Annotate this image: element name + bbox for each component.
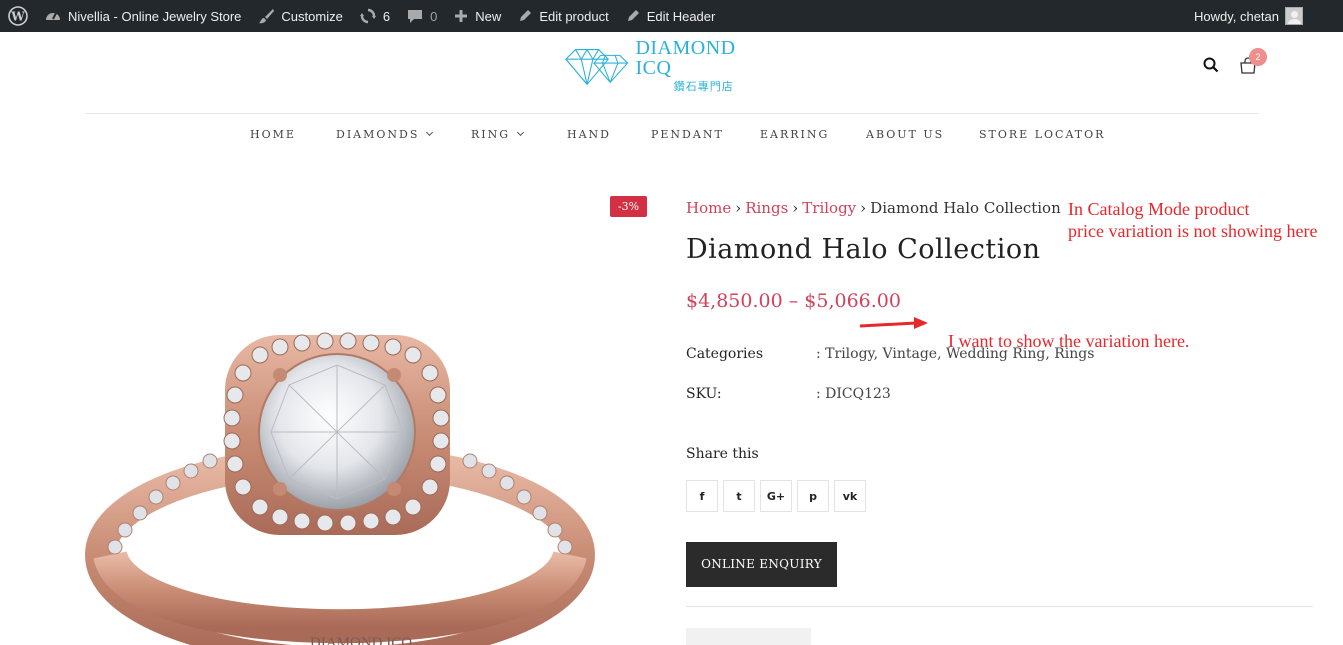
facebook-icon: f [699, 489, 705, 503]
product-image[interactable]: DIAMOND ICQ [30, 195, 650, 645]
breadcrumb: Home › Rings › Trilogy › Diamond Halo Collecti… [686, 199, 1061, 217]
plus-icon [455, 10, 468, 22]
pencil-icon [627, 10, 639, 21]
edit-product-link[interactable]: Edit product [509, 0, 616, 32]
search-button[interactable] [1202, 56, 1220, 74]
nav-item-hand[interactable]: HAND [567, 128, 611, 141]
share-vk-button[interactable]: vk [834, 480, 866, 512]
annotation-line-1: In Catalog Mode product [1068, 199, 1250, 219]
wordpress-icon: W [8, 6, 28, 26]
vk-icon: vk [842, 489, 858, 503]
edit-header-label: Edit Header [646, 8, 716, 24]
howdy-text: Howdy, chetan [1193, 8, 1279, 24]
edit-header-link[interactable]: Edit Header [617, 0, 724, 32]
edit-product-label: Edit product [539, 8, 609, 24]
categories-label: Categories [686, 346, 763, 362]
logo-title: DIAMOND ICQ [635, 37, 736, 79]
chevron-down-icon [426, 128, 434, 137]
share-twitter-button[interactable]: t [723, 480, 755, 512]
nav-item-label: HAND [567, 128, 611, 141]
annotation-arrow-icon [859, 317, 928, 329]
updates-icon [359, 8, 376, 24]
avatar [1285, 7, 1303, 25]
nav-item-ring[interactable]: RING [471, 128, 525, 141]
search-icon [1203, 57, 1219, 73]
google-plus-icon: G+ [766, 489, 786, 503]
cart-count-badge: 2 [1249, 48, 1267, 66]
nav-item-earring[interactable]: EARRING [760, 128, 829, 141]
admin-bar: W Nivellia - Online Jewelry Store Custom… [0, 0, 1343, 32]
main-nav: HOME DIAMONDS RING HAND PENDANT EARRING … [0, 126, 1343, 144]
site-name: Nivellia - Online Jewelry Store [68, 8, 242, 24]
header-divider [86, 113, 1258, 114]
sku-label: SKU: [686, 386, 722, 402]
share-google-plus-button[interactable]: G+ [760, 480, 792, 512]
nav-item-label: STORE LOCATOR [979, 128, 1106, 141]
nav-item-label: PENDANT [651, 128, 724, 141]
breadcrumb-home[interactable]: Home [686, 199, 731, 217]
annotation-note: In Catalog Mode product price variation … [1068, 199, 1317, 242]
share-pinterest-button[interactable]: p [797, 480, 829, 512]
ring-image: DIAMOND ICQ [85, 332, 595, 645]
share-title: Share this [686, 446, 759, 462]
wordpress-logo-button[interactable]: W [0, 0, 36, 32]
nav-item-pendant[interactable]: PENDANT [651, 128, 724, 141]
diamond-logo-icon [565, 49, 629, 86]
nav-item-store-locator[interactable]: STORE LOCATOR [979, 128, 1105, 141]
dashboard-gauge-icon [46, 12, 60, 20]
paintbrush-icon [259, 9, 275, 24]
annotation-arrow-text: I want to show the variation here. [948, 331, 1190, 351]
site-name-link[interactable]: Nivellia - Online Jewelry Store [36, 0, 249, 32]
breadcrumb-rings[interactable]: Rings [745, 199, 788, 217]
logo-text: DIAMOND ICQ 鑽石專門店 [635, 38, 772, 92]
new-label: New [475, 8, 502, 24]
updates-link[interactable]: 6 [351, 0, 398, 32]
comments-count: 0 [430, 8, 438, 24]
svg-text:W: W [10, 10, 25, 24]
online-enquiry-button[interactable]: ONLINE ENQUIRY [686, 542, 837, 587]
nav-item-label: EARRING [760, 128, 830, 141]
summary-divider [686, 606, 1313, 607]
pencil-icon [520, 10, 532, 21]
nav-item-about-us[interactable]: ABOUT US [866, 128, 944, 141]
pinterest-icon: p [809, 489, 817, 503]
nav-item-label: ABOUT US [866, 128, 945, 141]
comment-bubble-icon [408, 10, 423, 23]
chevron-down-icon [517, 128, 525, 137]
updates-count: 6 [382, 8, 391, 24]
breadcrumb-current: Diamond Halo Collection [870, 199, 1061, 217]
product-price: $4,850.00 – $5,066.00 [686, 290, 901, 312]
comments-link[interactable]: 0 [398, 0, 445, 32]
share-facebook-button[interactable]: f [686, 480, 718, 512]
sku-value: : DICQ123 [816, 386, 891, 402]
sale-badge: -3% [610, 196, 647, 217]
site-logo[interactable]: DIAMOND ICQ 鑽石專門店 [562, 38, 772, 92]
product-title: Diamond Halo Collection [686, 234, 1041, 265]
nav-item-label: RING [471, 128, 511, 141]
nav-item-label: HOME [250, 128, 296, 141]
breadcrumb-trilogy[interactable]: Trilogy [802, 199, 856, 217]
tab-placeholder [686, 628, 811, 645]
my-account-menu[interactable]: Howdy, chetan [1194, 7, 1343, 25]
new-content-link[interactable]: New [445, 0, 509, 32]
logo-subtitle: 鑽石專門店 [673, 80, 734, 93]
twitter-icon: t [736, 489, 742, 503]
nav-item-diamonds[interactable]: DIAMONDS [336, 128, 434, 141]
nav-item-label: DIAMONDS [336, 128, 420, 141]
nav-item-home[interactable]: HOME [250, 128, 296, 141]
customize-link[interactable]: Customize [249, 0, 350, 32]
image-watermark: DIAMOND ICQ [310, 635, 412, 645]
annotation-line-2: price variation is not showing here [1068, 220, 1318, 241]
customize-label: Customize [281, 8, 343, 24]
